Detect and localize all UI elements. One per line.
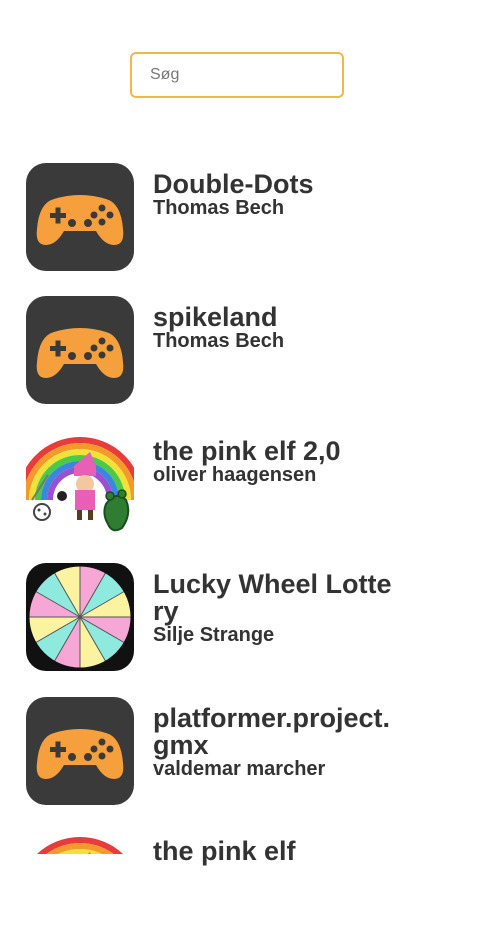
game-author: Silje Strange — [153, 624, 275, 646]
list-item[interactable]: Lucky Wheel Lottery Silje Strange — [26, 563, 466, 671]
list-item-text: Double-Dots Thomas Bech — [153, 169, 393, 219]
game-title: the pink elf — [153, 836, 296, 866]
game-author: Thomas Bech — [153, 330, 285, 352]
game-title: the pink elf 2,0 — [153, 436, 341, 466]
list-item-text: spikeland Thomas Bech — [153, 302, 393, 352]
gamepad-icon — [26, 697, 134, 805]
game-author: valdemar marcher — [153, 758, 326, 780]
list-item-text: the pink elf — [153, 838, 393, 865]
list-item[interactable]: spikeland Thomas Bech — [26, 296, 466, 404]
pink-elf-rainbow-icon — [26, 830, 134, 854]
list-item[interactable]: platformer.project.gmx valdemar marcher — [26, 697, 466, 805]
game-author: oliver haagensen — [153, 464, 317, 486]
list-item-text: the pink elf 2,0 oliver haagensen — [153, 436, 393, 486]
game-title: spikeland — [153, 302, 278, 332]
game-title: Double-Dots — [153, 169, 314, 199]
list-item-text: Lucky Wheel Lottery Silje Strange — [153, 569, 393, 646]
list-item[interactable]: Double-Dots Thomas Bech — [26, 163, 466, 271]
game-title: Lucky Wheel Lottery — [153, 569, 392, 626]
list-item[interactable]: the pink elf — [26, 830, 466, 938]
gamepad-icon — [26, 163, 134, 271]
pink-elf-rainbow-icon — [26, 430, 134, 538]
list-item-text: platformer.project.gmx valdemar marcher — [153, 703, 393, 780]
list-item[interactable]: the pink elf 2,0 oliver haagensen — [26, 430, 466, 538]
game-author: Thomas Bech — [153, 197, 285, 219]
game-list: Double-Dots Thomas Bech spikeland Thomas… — [0, 0, 480, 865]
gamepad-icon — [26, 296, 134, 404]
game-title: platformer.project.gmx — [153, 703, 391, 760]
lucky-wheel-icon — [26, 563, 134, 671]
